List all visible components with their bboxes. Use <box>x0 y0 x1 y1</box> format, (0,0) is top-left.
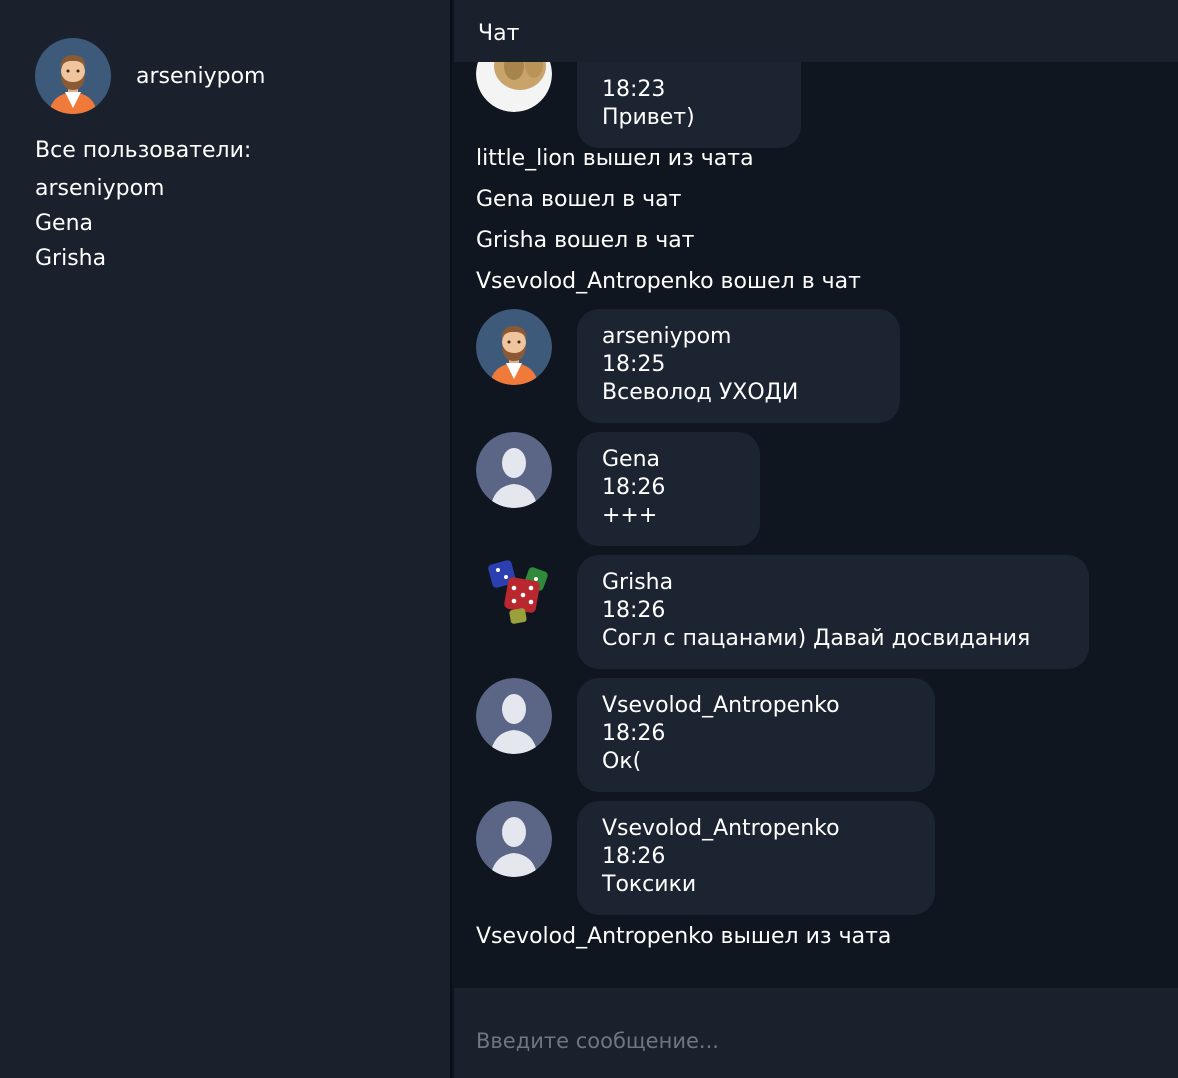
message-author: Gena <box>602 447 661 472</box>
message-time: 18:25 <box>602 352 666 377</box>
users-list-title: Все пользователи: <box>35 138 252 163</box>
message-input[interactable] <box>474 1018 1158 1064</box>
default-user-avatar-icon <box>476 801 552 877</box>
message-text: +++ <box>602 503 658 528</box>
message-input-bar <box>454 988 1178 1078</box>
users-list: arseniypom Gena Grisha <box>35 174 164 279</box>
message-bubble: Vsevolod_Antropenko 18:26 Ок( <box>577 678 935 792</box>
message-author: Vsevolod_Antropenko <box>602 816 840 841</box>
message-author: arseniypom <box>602 324 732 349</box>
user-list-item: Grisha <box>35 246 107 271</box>
system-event: little_lion вышел из чата <box>476 146 754 171</box>
message-time: 18:23 <box>602 77 666 102</box>
current-user-name: arseniypom <box>136 63 266 89</box>
message-text: Всеволод УХОДИ <box>602 380 799 405</box>
chat-message: Vsevolod_Antropenko 18:26 Токсики <box>476 801 935 915</box>
chat-title: Чат <box>478 21 520 46</box>
dice-avatar-icon <box>476 555 552 631</box>
message-bubble: 18:23 Привет) <box>577 62 801 148</box>
message-bubble: arseniypom 18:25 Всеволод УХОДИ <box>577 309 900 423</box>
system-event: Vsevolod_Antropenko вышел из чата <box>476 924 892 949</box>
user-list-item: Gena <box>35 211 94 236</box>
sidebar: arseniypom Все пользователи: arseniypom … <box>0 0 452 1078</box>
lion-avatar-icon <box>476 62 552 112</box>
current-user-profile: arseniypom <box>35 38 265 114</box>
bearded-man-avatar-icon <box>476 309 552 385</box>
default-user-avatar-icon <box>476 678 552 754</box>
message-bubble: Grisha 18:26 Согл с пацанами) Давай досв… <box>577 555 1089 669</box>
chat-message: Gena 18:26 +++ <box>476 432 760 546</box>
chat-message: 18:23 Привет) <box>476 62 801 148</box>
default-user-avatar-icon <box>476 432 552 508</box>
chat-message: arseniypom 18:25 Всеволод УХОДИ <box>476 309 900 423</box>
chat-message: Vsevolod_Antropenko 18:26 Ок( <box>476 678 935 792</box>
message-author: Vsevolod_Antropenko <box>602 693 840 718</box>
user-list-item: arseniypom <box>35 176 165 201</box>
message-bubble: Vsevolod_Antropenko 18:26 Токсики <box>577 801 935 915</box>
message-list[interactable]: 18:23 Привет) little_lion вышел из чата … <box>454 62 1178 988</box>
message-time: 18:26 <box>602 721 666 746</box>
system-event: Vsevolod_Antropenko вошел в чат <box>476 269 861 294</box>
message-text: Ок( <box>602 749 642 774</box>
chat-header: Чат <box>454 0 1178 62</box>
chat-panel: Чат 18:23 Привет) little_lion вышел из ч… <box>454 0 1178 1078</box>
message-text: Токсики <box>602 872 697 897</box>
message-time: 18:26 <box>602 598 666 623</box>
bearded-man-avatar-icon <box>35 38 111 114</box>
message-time: 18:26 <box>602 844 666 869</box>
message-author: Grisha <box>602 570 674 595</box>
message-bubble: Gena 18:26 +++ <box>577 432 760 546</box>
message-text: Привет) <box>602 105 695 130</box>
message-time: 18:26 <box>602 475 666 500</box>
system-event: Grisha вошел в чат <box>476 228 695 253</box>
message-text: Согл с пацанами) Давай досвидания <box>602 626 1031 651</box>
chat-message: Grisha 18:26 Согл с пацанами) Давай досв… <box>476 555 1089 669</box>
system-event: Gena вошел в чат <box>476 187 682 212</box>
